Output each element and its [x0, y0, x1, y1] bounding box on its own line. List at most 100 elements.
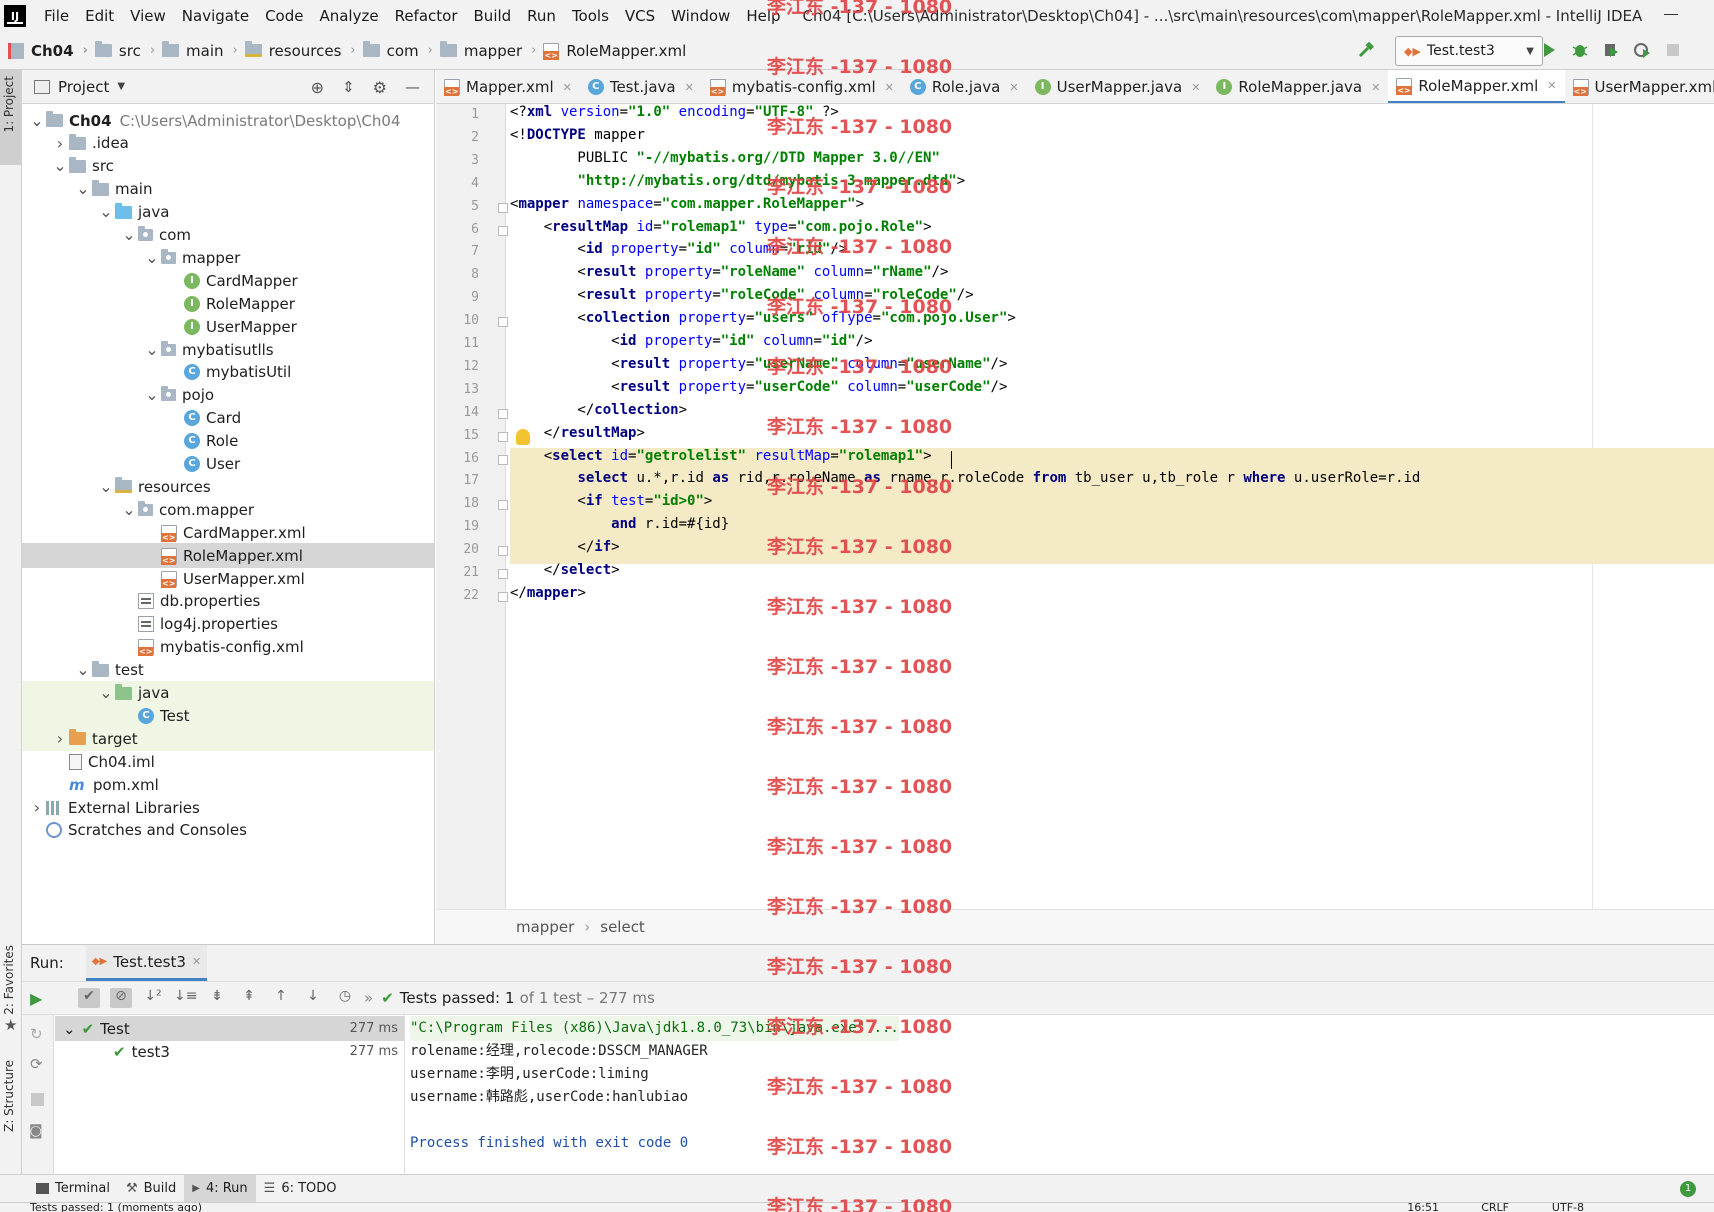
- caret-position[interactable]: 16:51: [1407, 1203, 1439, 1212]
- editor-tab[interactable]: mybatis-config.xml ✕: [702, 70, 902, 103]
- file-encoding[interactable]: UTF-8: [1552, 1203, 1584, 1212]
- chevron-right-icon[interactable]: ›: [28, 798, 46, 817]
- menu-navigate[interactable]: Navigate: [174, 7, 257, 25]
- menu-run[interactable]: Run: [519, 7, 564, 25]
- menu-file[interactable]: File: [36, 7, 77, 25]
- show-passed-icon[interactable]: ✔: [78, 988, 100, 1008]
- editor-tab[interactable]: UserMapper.xml✕: [1565, 70, 1714, 103]
- breadcrumb-item[interactable]: com ›: [356, 41, 433, 60]
- editor-tab[interactable]: C Test.java ✕: [580, 70, 702, 103]
- breadcrumb-item[interactable]: mapper ›: [433, 41, 536, 60]
- menu-tools[interactable]: Tools: [564, 7, 617, 25]
- show-ignored-icon[interactable]: ⊘: [110, 988, 132, 1008]
- chevron-right-icon[interactable]: ›: [51, 134, 69, 153]
- chevron-down-icon[interactable]: ⌄: [120, 501, 138, 517]
- test-history-icon[interactable]: ◷: [334, 988, 356, 1008]
- chevron-down-icon[interactable]: ⌄: [63, 1020, 76, 1038]
- tree-node[interactable]: ⌄ main: [22, 177, 434, 202]
- chevron-down-icon[interactable]: ⌄: [51, 158, 69, 174]
- fold-marker-icon[interactable]: [498, 431, 508, 442]
- test-result-row[interactable]: ✔ test3 277 ms: [55, 1039, 404, 1064]
- run-with-coverage-icon[interactable]: [1602, 41, 1620, 59]
- gear-icon[interactable]: ⚙: [373, 78, 387, 97]
- close-icon[interactable]: ✕: [563, 81, 572, 94]
- chevron-down-icon[interactable]: ▼: [117, 81, 125, 92]
- profile-icon[interactable]: [1633, 41, 1651, 59]
- test-result-row[interactable]: ⌄ ✔ Test 277 ms: [55, 1016, 404, 1041]
- tree-node[interactable]: CmybatisUtil: [22, 360, 434, 385]
- tree-node[interactable]: C Role: [22, 429, 434, 454]
- menu-build[interactable]: Build: [466, 7, 520, 25]
- menu-analyze[interactable]: Analyze: [311, 7, 386, 25]
- tree-node[interactable]: ⌄ src: [22, 154, 434, 179]
- tree-node[interactable]: Ch04.iml: [22, 749, 434, 774]
- chevron-down-icon[interactable]: ⌄: [74, 181, 92, 197]
- tree-node[interactable]: CardMapper.xml: [22, 520, 434, 545]
- editor-tab[interactable]: C Role.java ✕: [902, 70, 1027, 103]
- tree-node[interactable]: I RoleMapper: [22, 291, 434, 316]
- expand-all-icon[interactable]: ⇟: [206, 988, 228, 1008]
- tool-tab-structure[interactable]: Z: Structure: [2, 1060, 16, 1132]
- tree-node[interactable]: › target: [22, 726, 434, 752]
- hide-panel-icon[interactable]: —: [405, 78, 420, 97]
- editor-tab[interactable]: Mapper.xml ✕: [436, 70, 580, 103]
- fold-marker-icon[interactable]: [498, 454, 508, 465]
- camera-icon[interactable]: ◙: [29, 1123, 43, 1139]
- close-icon[interactable]: ✕: [192, 955, 201, 968]
- close-icon[interactable]: ✕: [1371, 81, 1380, 94]
- close-icon[interactable]: ✕: [685, 81, 694, 94]
- tree-node[interactable]: UserMapper.xml: [22, 566, 434, 591]
- collapse-all-icon[interactable]: ⇕: [342, 78, 355, 97]
- tree-node[interactable]: ⌄ pojo: [22, 383, 434, 408]
- tree-node[interactable]: ⌄ resources: [22, 474, 434, 499]
- editor-tab[interactable]: RoleMapper.xml ✕: [1388, 70, 1565, 103]
- fold-marker-icon[interactable]: [498, 408, 508, 419]
- locate-target-icon[interactable]: ⊕: [311, 78, 324, 97]
- breadcrumb-item[interactable]: Ch04 ›: [0, 42, 88, 60]
- fold-marker-icon[interactable]: [498, 569, 508, 579]
- tree-node[interactable]: I UserMapper: [22, 314, 434, 339]
- tree-node[interactable]: log4j.properties: [22, 612, 434, 637]
- close-icon[interactable]: ✕: [1547, 79, 1556, 92]
- run-tab-test3[interactable]: ◆▶ Test.test3 ✕: [85, 945, 208, 981]
- tree-node[interactable]: ⌄ Ch04 C:\Users\Administrator\Desktop\Ch04: [22, 108, 434, 133]
- console-output[interactable]: "C:\Program Files (x86)\Java\jdk1.8.0_73…: [406, 1015, 1714, 1175]
- toggle-auto-test-icon[interactable]: ⟳: [30, 1055, 43, 1073]
- tree-node[interactable]: ⌄ com.mapper: [22, 497, 434, 522]
- rerun-icon[interactable]: ▶: [30, 989, 42, 1008]
- fold-marker-icon[interactable]: [498, 591, 508, 602]
- tree-node[interactable]: ⌄ com: [22, 223, 434, 248]
- tree-node[interactable]: mybatis-config.xml: [22, 635, 434, 660]
- tree-node[interactable]: ⌄ java: [22, 680, 434, 706]
- menu-code[interactable]: Code: [257, 7, 311, 25]
- minimize-icon[interactable]: [1664, 14, 1678, 15]
- chevron-right-icon[interactable]: ›: [51, 729, 69, 748]
- tree-node[interactable]: C Card: [22, 406, 434, 431]
- rerun-failed-icon[interactable]: ↻: [30, 1025, 43, 1043]
- tree-node[interactable]: ⌄ mapper: [22, 245, 434, 270]
- editor-tab[interactable]: I RoleMapper.java ✕: [1208, 70, 1388, 103]
- fold-marker-icon[interactable]: [498, 202, 508, 213]
- fold-marker-icon[interactable]: [498, 317, 508, 328]
- menu-help[interactable]: Help: [738, 7, 788, 25]
- run-configuration-select[interactable]: ◆▶ Test.test3 ▼: [1395, 36, 1543, 66]
- bottom-tab-build[interactable]: ⚒ Build: [118, 1175, 184, 1203]
- tree-node[interactable]: ⌄ java: [22, 200, 434, 225]
- breadcrumb-item[interactable]: src ›: [88, 41, 155, 60]
- debug-bug-icon[interactable]: [1571, 41, 1589, 59]
- build-hammer-icon[interactable]: [1357, 41, 1375, 59]
- fold-marker-icon[interactable]: [498, 546, 508, 557]
- event-log-icon[interactable]: 1: [1680, 1181, 1696, 1197]
- breadcrumb-item[interactable]: resources ›: [238, 41, 356, 60]
- chevron-down-icon[interactable]: ⌄: [143, 341, 161, 357]
- chevron-down-icon[interactable]: ⌄: [97, 478, 115, 494]
- fold-marker-icon[interactable]: [498, 225, 508, 236]
- tool-tab-project[interactable]: 1: Project: [2, 76, 16, 133]
- tree-node[interactable]: ⌄ test: [22, 658, 434, 683]
- tree-node[interactable]: db.properties: [22, 589, 434, 614]
- close-icon[interactable]: ✕: [885, 81, 894, 94]
- chevron-down-icon[interactable]: ⌄: [97, 685, 115, 701]
- menu-window[interactable]: Window: [663, 7, 738, 25]
- stop-icon[interactable]: [1664, 41, 1682, 59]
- tree-node[interactable]: › External Libraries: [22, 795, 434, 820]
